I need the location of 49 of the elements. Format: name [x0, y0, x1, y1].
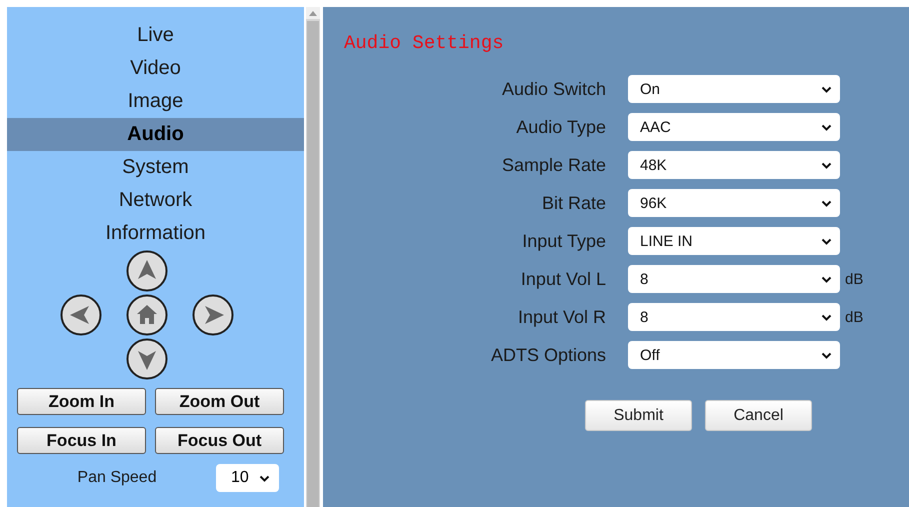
section-title: Audio Settings	[344, 32, 505, 54]
nav-item[interactable]: Image	[7, 85, 304, 118]
chevron-icon	[821, 238, 832, 244]
chevron-icon	[821, 352, 832, 358]
ptz-button[interactable]: Zoom In	[17, 388, 146, 415]
pan-speed-dropdown[interactable]: 10	[216, 464, 279, 492]
pan-speed-label: Pan Speed	[76, 469, 158, 487]
arrow-down-icon[interactable]	[126, 338, 168, 380]
field-label: Audio Switch	[500, 78, 606, 100]
chevron-icon	[821, 314, 832, 320]
field-label: Audio Type	[515, 116, 606, 138]
arrow-up-icon[interactable]	[126, 250, 168, 292]
dropdown[interactable]: 8	[628, 303, 840, 331]
form-button[interactable]: Submit	[585, 400, 692, 431]
dropdown[interactable]: 96K	[628, 189, 840, 217]
dropdown[interactable]: On	[628, 75, 840, 103]
chevron-icon	[821, 276, 832, 282]
arrow-left-icon[interactable]	[60, 294, 102, 336]
dropdown[interactable]: AAC	[628, 113, 840, 141]
field-label: Sample Rate	[500, 154, 606, 176]
field-label: Input Type	[521, 230, 606, 252]
home-icon[interactable]	[126, 294, 168, 336]
nav-item[interactable]: System	[7, 151, 304, 184]
chevron-icon	[821, 124, 832, 130]
ptz-button[interactable]: Focus Out	[155, 427, 284, 454]
field-label: Bit Rate	[540, 192, 606, 214]
nav-item[interactable]: Information	[7, 217, 304, 250]
dropdown[interactable]: LINE IN	[628, 227, 840, 255]
nav-item[interactable]: Network	[7, 184, 304, 217]
dropdown[interactable]: 8	[628, 265, 840, 293]
chevron-icon	[821, 200, 832, 206]
field-label: Input Vol R	[516, 306, 606, 328]
field-label: Input Vol L	[520, 268, 606, 290]
chevron-icon	[259, 474, 270, 482]
form-button[interactable]: Cancel	[705, 400, 812, 431]
nav-item[interactable]: Live	[7, 19, 304, 52]
dropdown[interactable]: Off	[628, 341, 840, 369]
field-label: ADTS Options	[490, 344, 606, 366]
unit-label: dB	[845, 308, 864, 326]
chevron-icon	[821, 86, 832, 92]
unit-label: dB	[845, 270, 864, 288]
nav-item[interactable]: Video	[7, 52, 304, 85]
nav-item[interactable]: Audio	[7, 118, 304, 151]
arrow-right-icon[interactable]	[192, 294, 234, 336]
dropdown[interactable]: 48K	[628, 151, 840, 179]
ptz-button[interactable]: Focus In	[17, 427, 146, 454]
scrollbar[interactable]	[306, 7, 320, 507]
chevron-icon	[821, 162, 832, 168]
ptz-button[interactable]: Zoom Out	[155, 388, 284, 415]
